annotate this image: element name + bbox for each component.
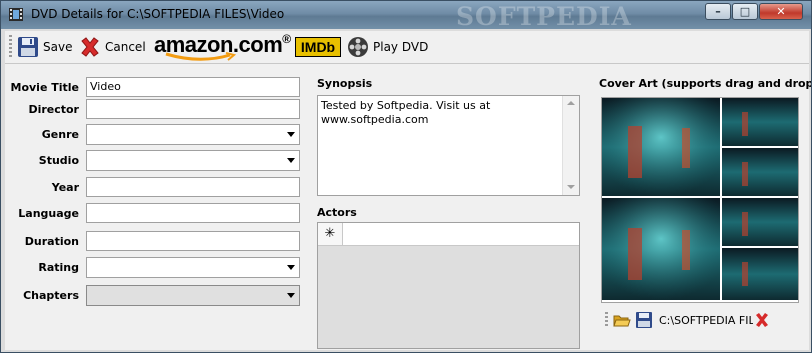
genre-dropdown[interactable] [86, 124, 300, 145]
cover-tile-small-3 [722, 198, 798, 246]
cover-tile-large-top [602, 98, 720, 196]
open-folder-icon[interactable] [613, 311, 631, 329]
close-button[interactable]: ✕ [759, 3, 803, 20]
chevron-down-icon [287, 265, 295, 270]
cancel-label: Cancel [105, 40, 146, 54]
minimize-icon: – [715, 5, 721, 18]
synopsis-text: Tested by Softpedia. Visit us at www.sof… [321, 99, 491, 126]
director-label: Director [28, 103, 79, 116]
toolbar-grip[interactable] [605, 312, 608, 328]
synopsis-scrollbar[interactable] [562, 96, 579, 195]
language-field[interactable] [86, 203, 300, 223]
title-bar[interactable]: DVD Details for C:\SOFTPEDIA FILES\Video… [1, 1, 811, 31]
rating-label: Rating [38, 261, 79, 274]
language-label: Language [18, 207, 79, 220]
duration-label: Duration [24, 235, 79, 248]
dvd-app-icon [9, 8, 23, 21]
movie-title-field[interactable]: Video [86, 77, 300, 97]
synopsis-textarea[interactable]: Tested by Softpedia. Visit us at www.sof… [317, 95, 580, 196]
scroll-up-icon [567, 101, 575, 105]
duration-field[interactable] [86, 231, 300, 251]
cover-art-label: Cover Art (supports drag and drop) [599, 77, 812, 90]
cover-tile-small-4 [722, 248, 798, 300]
chevron-down-icon [287, 132, 295, 137]
amazon-button[interactable]: amazon.com® [154, 32, 291, 61]
year-label: Year [51, 181, 79, 194]
red-x-icon [81, 37, 99, 57]
maximize-icon: □ [739, 5, 751, 18]
floppy-disk-icon [18, 37, 38, 57]
director-field[interactable] [86, 99, 300, 119]
cover-tile-small-1 [722, 98, 798, 146]
softpedia-watermark: SOFTPEDIA [456, 2, 632, 31]
play-dvd-label: Play DVD [373, 40, 429, 54]
registered-mark: ® [282, 32, 291, 46]
new-row-asterisk-icon: ✳ [318, 223, 343, 245]
amazon-smile-icon [165, 52, 236, 61]
floppy-disk-icon[interactable] [635, 311, 653, 329]
cancel-button[interactable]: Cancel [79, 34, 146, 60]
genre-label: Genre [41, 128, 79, 141]
toolbar: Save Cancel amazon.com® IMDb Play DVD [5, 31, 809, 64]
toolbar-grip[interactable] [9, 35, 12, 59]
actors-grid[interactable]: ✳ [317, 222, 580, 349]
maximize-button[interactable]: □ [732, 3, 758, 20]
cover-tile-large-bottom [602, 198, 720, 300]
cover-art-path: C:\SOFTPEDIA FIL [659, 313, 753, 327]
play-dvd-button[interactable]: Play DVD [347, 34, 428, 60]
cover-art-picture [602, 98, 798, 300]
save-label: Save [43, 40, 73, 54]
film-reel-icon [348, 37, 368, 57]
movie-title-label: Movie Title [10, 81, 80, 94]
chapters-label: Chapters [23, 289, 79, 302]
close-icon: ✕ [776, 5, 786, 18]
save-button[interactable]: Save [17, 34, 72, 60]
synopsis-label: Synopsis [317, 77, 373, 90]
studio-dropdown[interactable] [86, 150, 300, 171]
dvd-details-window: DVD Details for C:\SOFTPEDIA FILES\Video… [0, 0, 812, 353]
cover-tile-small-2 [722, 148, 798, 196]
red-x-icon[interactable] [753, 311, 771, 329]
window-title: DVD Details for C:\SOFTPEDIA FILES\Video [31, 7, 285, 21]
year-field[interactable] [86, 177, 300, 197]
cover-art-image[interactable] [601, 97, 799, 303]
chapters-dropdown[interactable] [86, 285, 300, 306]
cover-art-toolbar: C:\SOFTPEDIA FIL [603, 309, 789, 331]
chevron-down-icon [287, 293, 295, 298]
chevron-down-icon [287, 158, 295, 163]
actors-label: Actors [317, 206, 357, 219]
details-panel: Movie Title Video Director Genre Studio … [5, 64, 812, 350]
minimize-button[interactable]: – [705, 3, 731, 20]
actors-new-row[interactable]: ✳ [318, 223, 579, 246]
scroll-down-icon [567, 185, 575, 189]
rating-dropdown[interactable] [86, 257, 300, 278]
imdb-button[interactable]: IMDb [295, 37, 341, 57]
studio-label: Studio [38, 154, 79, 167]
